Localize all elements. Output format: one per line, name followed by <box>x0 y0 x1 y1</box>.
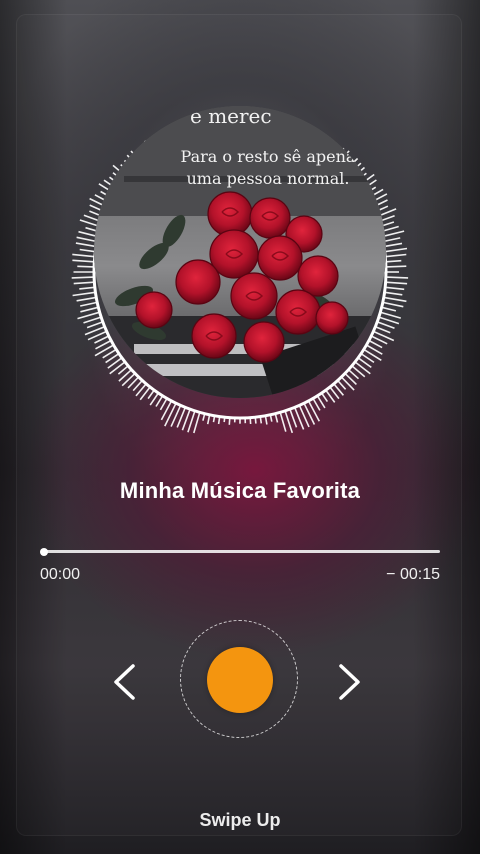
visualizer-bar <box>117 365 129 375</box>
previous-button[interactable] <box>104 660 144 704</box>
visualizer-bar <box>375 325 391 334</box>
swipe-up-hint[interactable]: Swipe Up <box>0 810 480 831</box>
visualizer-bar <box>376 321 395 329</box>
visualizer-bar <box>312 398 321 411</box>
visualizer-bar <box>94 344 114 357</box>
album-cover: e merec Para o resto sê apena uma pessoa… <box>94 106 386 398</box>
progress-bar[interactable] <box>39 547 440 556</box>
visualizer-bar <box>385 281 408 285</box>
visualizer-bar <box>337 379 347 390</box>
visualizer-bar <box>381 306 397 312</box>
visualizer-bar <box>378 316 400 325</box>
visualizer-bar <box>72 259 95 263</box>
visualizer-bar <box>79 286 95 290</box>
visualizer-bar <box>94 335 110 344</box>
play-button[interactable] <box>207 647 273 713</box>
visualizer-bar <box>73 281 95 285</box>
chevron-right-icon <box>339 664 360 700</box>
visualizer-bar <box>384 291 403 296</box>
visualizer-bar <box>289 408 298 428</box>
chevron-left-icon <box>114 664 135 700</box>
visualizer-bar <box>385 259 402 263</box>
visualizer-bar <box>354 361 371 375</box>
visualizer-bar <box>307 400 321 422</box>
visualizer-bar <box>340 376 355 391</box>
visualizer-bar <box>383 296 407 303</box>
visualizer-bar <box>193 412 201 434</box>
visualizer-bar <box>164 402 177 427</box>
visualizer-bar <box>80 301 98 307</box>
music-player-screen: e merec Para o resto sê apena uma pessoa… <box>0 0 480 854</box>
visualizer-bar <box>77 265 95 268</box>
visualizer-bar <box>155 395 164 407</box>
progress-knob[interactable] <box>39 547 48 556</box>
visualizer-bar <box>147 389 155 400</box>
visualizer-bar <box>368 339 383 349</box>
visualizer-bar <box>77 311 100 320</box>
time-remaining: − 00:15 <box>386 566 440 583</box>
visualizer-bar <box>385 276 409 279</box>
visualizer-bar <box>71 276 95 279</box>
visualizer-bar <box>72 291 96 297</box>
visualizer-bar <box>383 242 403 248</box>
visualizer-bar <box>83 316 102 324</box>
visualizer-bar <box>385 265 407 268</box>
visualizer-bar <box>76 296 97 302</box>
next-button[interactable] <box>330 660 370 704</box>
visualizer-bar <box>303 402 316 425</box>
visualizer-bar <box>385 286 405 291</box>
visualizer-bar <box>109 361 126 375</box>
visualizer-bar <box>382 301 404 308</box>
visualizer-bar <box>80 306 99 313</box>
visualizer-bar <box>363 348 382 361</box>
cover-caption: Para o resto sê apena uma pessoa normal. <box>180 147 356 188</box>
visualizer-bar <box>384 247 408 253</box>
song-title: Minha Música Favorita <box>119 478 361 503</box>
visualizer-bar <box>86 321 104 329</box>
visualizer-bar <box>72 253 95 258</box>
visualizer-bar <box>385 253 407 258</box>
visualizer-bar <box>380 311 402 319</box>
time-elapsed: 00:00 <box>40 566 81 583</box>
cover-top-caption: e merec <box>190 106 272 128</box>
visualizer-bar <box>279 412 287 432</box>
visualizer-bar <box>159 398 168 411</box>
